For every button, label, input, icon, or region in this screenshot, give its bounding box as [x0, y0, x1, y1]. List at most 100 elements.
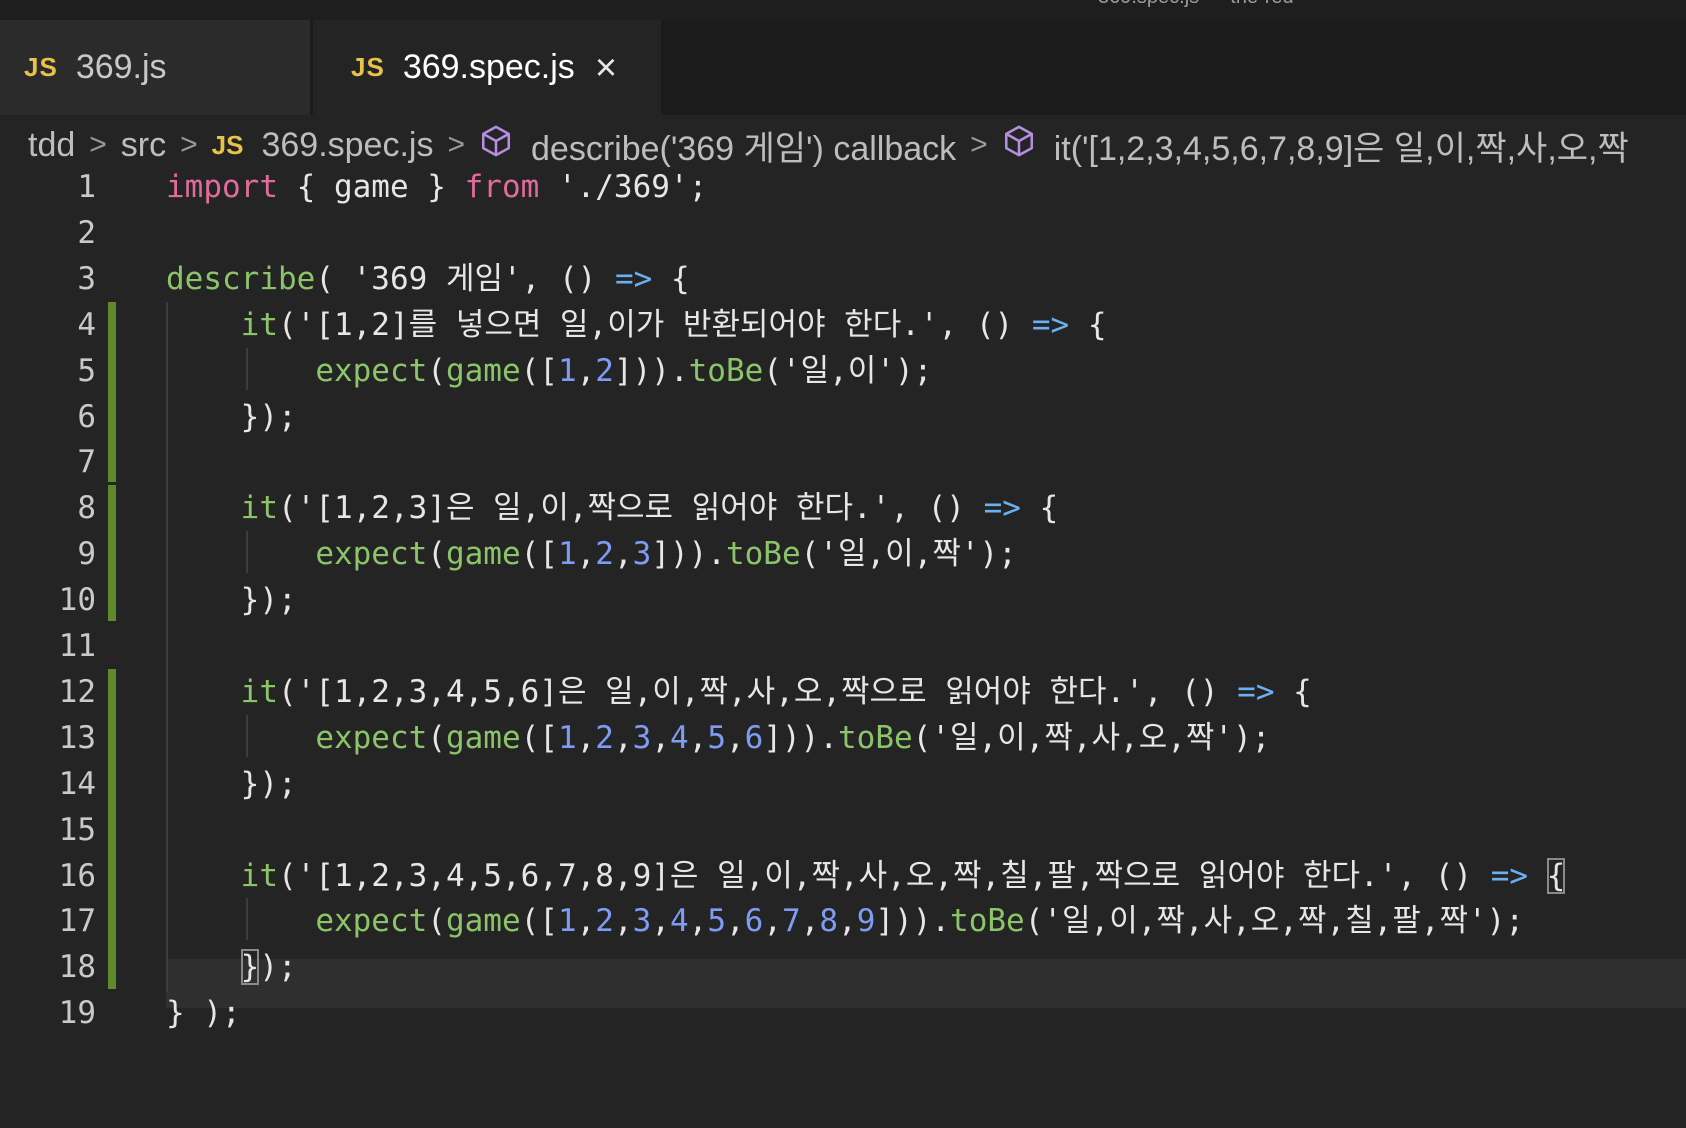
line-number: 18 — [58, 949, 96, 986]
code-token: 1 — [557, 536, 577, 573]
code-line[interactable]: 4 it('[1,2]를 넣으면 일,이가 반환되어야 한다.', () => … — [0, 301, 1686, 350]
tab-label: 369.spec.js — [402, 48, 575, 86]
code-token: } — [240, 949, 260, 986]
code-line[interactable]: 14 }); — [0, 760, 1686, 809]
code-token: it — [240, 306, 278, 343]
code-token: } ); — [166, 995, 241, 1032]
code-line[interactable]: 8 it('[1,2,3]은 일,이,짝으로 읽어야 한다.', () => { — [0, 484, 1686, 533]
code-line[interactable]: 15 — [0, 806, 1686, 855]
chevron-right-icon: > — [970, 128, 988, 161]
code-token: game — [445, 352, 521, 389]
code-token: ('일,이,짝,사,오,짝,칠,팔,짝'); — [1024, 903, 1524, 940]
window-title: 369.spec.js — the-red — [1098, 0, 1294, 9]
code-text: describe( '369 게임', () => { — [166, 255, 690, 304]
code-token: 1 — [557, 903, 577, 940]
code-token: ('일,이,짝'); — [800, 536, 1017, 573]
code-token: => — [983, 490, 1021, 527]
code-line[interactable]: 16 it('[1,2,3,4,5,6,7,8,9]은 일,이,짝,사,오,짝,… — [0, 852, 1686, 901]
tab-369-js[interactable]: JS 369.js — [0, 20, 310, 115]
code-token: 5 — [707, 719, 726, 756]
code-line[interactable]: 6 }); — [0, 393, 1686, 442]
code-token: , — [726, 719, 745, 756]
code-line[interactable]: 7 — [0, 438, 1686, 487]
code-token: toBe — [838, 719, 913, 756]
breadcrumb-item-src[interactable]: src — [121, 126, 166, 165]
code-line[interactable]: 9 expect(game([1,2,3])).toBe('일,이,짝'); — [0, 530, 1686, 579]
code-text: import { game } from './369'; — [166, 163, 707, 212]
code-token: , — [613, 903, 633, 940]
chevron-right-icon: > — [89, 128, 107, 161]
code-text: it('[1,2,3]은 일,이,짝으로 읽어야 한다.', () => { — [166, 484, 1059, 533]
code-token: 3 — [632, 903, 652, 940]
code-text: }); — [166, 576, 297, 625]
line-number: 19 — [58, 995, 96, 1032]
code-token: expect — [315, 719, 428, 756]
breadcrumb-item-file[interactable]: 369.spec.js — [261, 126, 433, 165]
js-file-icon: JS — [211, 129, 244, 160]
code-token: toBe — [688, 352, 764, 389]
tab-369-spec-js[interactable]: JS 369.spec.js × — [313, 20, 661, 115]
code-token: , — [651, 719, 670, 756]
code-token: , — [838, 903, 857, 940]
code-token: ('[1,2,3,4,5,6]은 일,이,짝,사,오,짝으로 읽어야 한다.',… — [277, 673, 1238, 710]
code-line[interactable]: 5 expect(game([1,2])).toBe('일,이'); — [0, 347, 1686, 396]
code-token: ( — [427, 719, 446, 756]
code-token: }); — [166, 765, 297, 802]
code-token: ); — [259, 949, 297, 986]
code-line[interactable]: 10 }); — [0, 576, 1686, 625]
code-token: game — [445, 536, 521, 573]
code-editor[interactable]: 1 import { game } from './369'; 2 3 describe… — [0, 169, 1686, 1128]
js-file-icon: JS — [24, 52, 58, 82]
code-line[interactable]: 11 — [0, 622, 1686, 671]
code-token: 2 — [595, 352, 614, 389]
tab-label: 369.js — [75, 48, 167, 86]
code-token: game — [445, 719, 521, 756]
code-text: it('[1,2,3,4,5,6]은 일,이,짝,사,오,짝으로 읽어야 한다.… — [166, 668, 1312, 717]
line-number: 11 — [58, 628, 96, 664]
code-token: ( '369 게임', () — [315, 260, 615, 297]
code-token: toBe — [950, 903, 1025, 940]
code-line[interactable]: 12 it('[1,2,3,4,5,6]은 일,이,짝,사,오,짝으로 읽어야 … — [0, 668, 1686, 717]
code-line[interactable]: 18 }); — [0, 943, 1686, 992]
code-token: ])). — [763, 719, 838, 756]
code-token: ([ — [520, 536, 558, 573]
code-text: it('[1,2,3,4,5,6,7,8,9]은 일,이,짝,사,오,짝,칠,팔… — [166, 852, 1566, 901]
code-line[interactable]: 2 — [0, 209, 1686, 258]
code-line[interactable]: 3 describe( '369 게임', () => { — [0, 255, 1686, 304]
code-line[interactable]: 19 } ); — [0, 989, 1686, 1038]
code-token: => — [1237, 673, 1275, 710]
line-number: 13 — [58, 719, 96, 756]
code-token: , — [576, 536, 596, 573]
line-number: 1 — [77, 169, 96, 205]
chevron-right-icon: > — [180, 128, 198, 161]
cube-icon — [1002, 124, 1036, 167]
code-token: 6 — [744, 903, 764, 940]
code-text: expect(game([1,2,3,4,5,6,7,8,9])).toBe('… — [166, 897, 1524, 946]
code-line[interactable]: 13 expect(game([1,2,3,4,5,6])).toBe('일,이… — [0, 714, 1686, 763]
code-token: ([ — [520, 352, 558, 389]
code-token: , — [576, 352, 596, 389]
breadcrumb-item-tdd[interactable]: tdd — [28, 126, 75, 165]
code-line[interactable]: 17 expect(game([1,2,3,4,5,6,7,8,9])).toB… — [0, 897, 1686, 946]
code-text: } ); — [166, 989, 241, 1038]
code-token: ])). — [875, 903, 951, 940]
code-token: expect — [315, 352, 428, 389]
code-token: it — [240, 673, 278, 710]
code-token: , — [613, 536, 633, 573]
code-token: ('일,이,짝,사,오,짝'); — [912, 719, 1271, 756]
chevron-right-icon: > — [447, 128, 465, 161]
code-token: , — [576, 719, 596, 756]
code-token: import — [166, 169, 278, 205]
tab-bar: JS 369.js JS 369.spec.js × — [0, 20, 1686, 115]
code-token: { — [652, 260, 690, 297]
code-token: 1 — [557, 352, 577, 389]
close-icon[interactable]: × — [595, 49, 617, 87]
code-line[interactable]: 1 import { game } from './369'; — [0, 163, 1686, 212]
line-number: 15 — [58, 811, 96, 848]
code-token: => — [1031, 306, 1070, 343]
